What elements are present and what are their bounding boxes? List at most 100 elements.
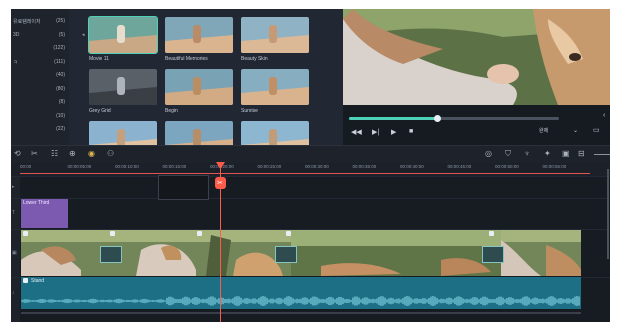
thumbnail-image — [165, 69, 233, 105]
category-item[interactable]: (80) — [11, 83, 69, 96]
thumbnail-image — [241, 69, 309, 105]
mic-icon[interactable]: ♆ — [524, 149, 530, 158]
category-item[interactable]: 3D (5) — [11, 29, 69, 42]
clip-marker — [197, 231, 202, 236]
lower-third-label: Lower Third — [23, 200, 50, 206]
preview-video[interactable] — [343, 9, 610, 105]
category-item[interactable]: (8) — [11, 96, 69, 109]
media-title: Begin — [165, 108, 178, 114]
track-effects: ▸ — [11, 176, 610, 199]
track-header: ▸ — [11, 177, 20, 199]
quality-select[interactable]: 완제 — [539, 127, 548, 134]
undo-icon[interactable]: ⟲ — [14, 149, 21, 158]
clip-overlay-thumb — [482, 246, 504, 263]
clip-marker — [286, 231, 291, 236]
scrubber-handle[interactable] — [433, 115, 441, 122]
video-editor-window: 유료템레이저 (25) 3D (5) (122) ㅋ (111) (40) (80) (8) (10… — [11, 9, 610, 322]
volume-icon[interactable]: ‹ — [603, 112, 605, 119]
category-count: (80) — [56, 85, 65, 92]
stop-icon[interactable]: ■ — [409, 128, 413, 135]
audio-clip[interactable]: Stand — [21, 277, 581, 309]
category-item[interactable]: ㅋ (111) — [11, 56, 69, 69]
thumbnail-image — [165, 17, 233, 53]
category-count: (40) — [56, 72, 65, 78]
preview-panel: ◀◀ ▶| ▶ ■ 완제 ⌄ ▭ ‹ — [343, 9, 610, 145]
category-label: 3D — [13, 31, 20, 38]
audio-waveform — [21, 296, 580, 306]
ruler-tick-label: 00:00:10:00 — [115, 164, 139, 169]
caption-icon[interactable]: ▣ — [562, 149, 570, 158]
split-icon[interactable]: ⊕ — [69, 149, 76, 158]
title-track-icon[interactable]: T — [12, 210, 15, 216]
play-icon[interactable]: ▶ — [391, 128, 396, 136]
media-title: Beautiful Memories — [165, 56, 208, 62]
playhead-split-button[interactable]: ✂ — [215, 177, 226, 189]
marker-icon[interactable]: ⊟ — [578, 149, 585, 158]
media-title: Grey Grid — [89, 108, 111, 114]
ruler-tick-label: 00:00:40:00 — [400, 164, 424, 169]
work-area-bar — [20, 173, 590, 174]
lock-icon[interactable]: ▸ — [12, 184, 15, 190]
clip-overlay-thumb — [275, 246, 297, 263]
effect-clip[interactable] — [158, 175, 209, 200]
clip-marker — [110, 231, 115, 236]
chevron-down-icon[interactable]: ⌄ — [573, 127, 578, 134]
media-thumbnail[interactable] — [165, 17, 233, 53]
category-count: (8) — [58, 99, 65, 105]
playback-scrubber[interactable] — [349, 115, 559, 122]
thumbnail-image — [89, 17, 157, 53]
audio-track-icon[interactable]: ♪ — [12, 290, 15, 296]
ruler-tick-label: 00:00 — [20, 164, 32, 169]
category-item[interactable]: (122) — [11, 42, 69, 55]
monitor-icon[interactable]: ▭ — [593, 126, 600, 134]
skip-back-icon[interactable]: ◀◀ — [351, 128, 362, 136]
category-count: (111) — [54, 58, 65, 65]
clip-marker — [489, 231, 494, 236]
collapse-arrow-icon[interactable]: ◂ — [82, 32, 85, 38]
color-icon[interactable]: ◉ — [88, 149, 95, 158]
clip-marker — [23, 231, 28, 236]
ruler-tick-label: 00:00:45:00 — [447, 164, 472, 169]
category-count: (10) — [56, 112, 65, 119]
category-item[interactable]: 유료템레이저 (25) — [11, 15, 69, 28]
magic-icon[interactable]: ✦ — [544, 149, 551, 158]
speed-icon[interactable]: ⚇ — [107, 149, 114, 158]
track-header: ▣ — [11, 230, 20, 278]
ruler-tick-label: 00:00:05:00 — [67, 164, 92, 169]
thumbnail-image — [241, 17, 309, 53]
media-thumbnail[interactable] — [88, 16, 158, 54]
cut-icon[interactable]: ✂ — [31, 149, 38, 158]
step-back-icon[interactable]: ▶| — [372, 128, 379, 136]
video-track-icon[interactable]: ▣ — [12, 250, 17, 256]
thumbnail-image — [89, 69, 157, 105]
lower-third-clip[interactable]: Lower Third — [21, 199, 68, 228]
clip-overlay-thumb — [100, 246, 122, 263]
media-thumbnail[interactable] — [241, 17, 309, 53]
timeline-horizontal-scrollbar[interactable] — [21, 312, 581, 314]
media-thumbnail[interactable] — [165, 69, 233, 105]
category-list: 유료템레이저 (25) 3D (5) (122) ㅋ (111) (40) (80) (8) (10… — [11, 9, 69, 145]
category-item[interactable]: (40) — [11, 69, 69, 82]
adjust-icon[interactable]: ☷ — [51, 149, 58, 158]
audio-clip-icon — [23, 278, 28, 283]
ruler-tick-label: 00:00:50:00 — [495, 164, 519, 169]
track-titles: T — [11, 198, 610, 230]
media-title: Beauty Skin — [241, 56, 268, 62]
category-item[interactable]: (22) — [11, 123, 69, 136]
category-label: ㅋ — [13, 59, 18, 66]
media-thumbnail[interactable] — [241, 69, 309, 105]
shield-icon[interactable]: ⛉ — [505, 149, 511, 159]
media-thumbnail[interactable] — [89, 69, 157, 105]
scissors-icon: ✂ — [217, 180, 223, 187]
ruler-tick-label: 00:00:35:00 — [352, 164, 377, 169]
render-icon[interactable]: ◎ — [485, 149, 492, 158]
ruler-tick-label: 00:00:30:00 — [305, 164, 329, 169]
ruler-tick-label: 00:00:15:00 — [162, 164, 187, 169]
track-header: T — [11, 199, 20, 230]
video-clip[interactable] — [21, 230, 581, 276]
zoom-slider[interactable] — [594, 154, 610, 155]
category-count: (5) — [58, 31, 65, 38]
timeline-ruler[interactable]: 00:00 00:00:05:00 00:00:10:00 00:00:15:00 00… — [11, 163, 610, 176]
category-item[interactable]: (10) — [11, 110, 69, 123]
timeline-vertical-scrollbar[interactable] — [607, 169, 609, 259]
